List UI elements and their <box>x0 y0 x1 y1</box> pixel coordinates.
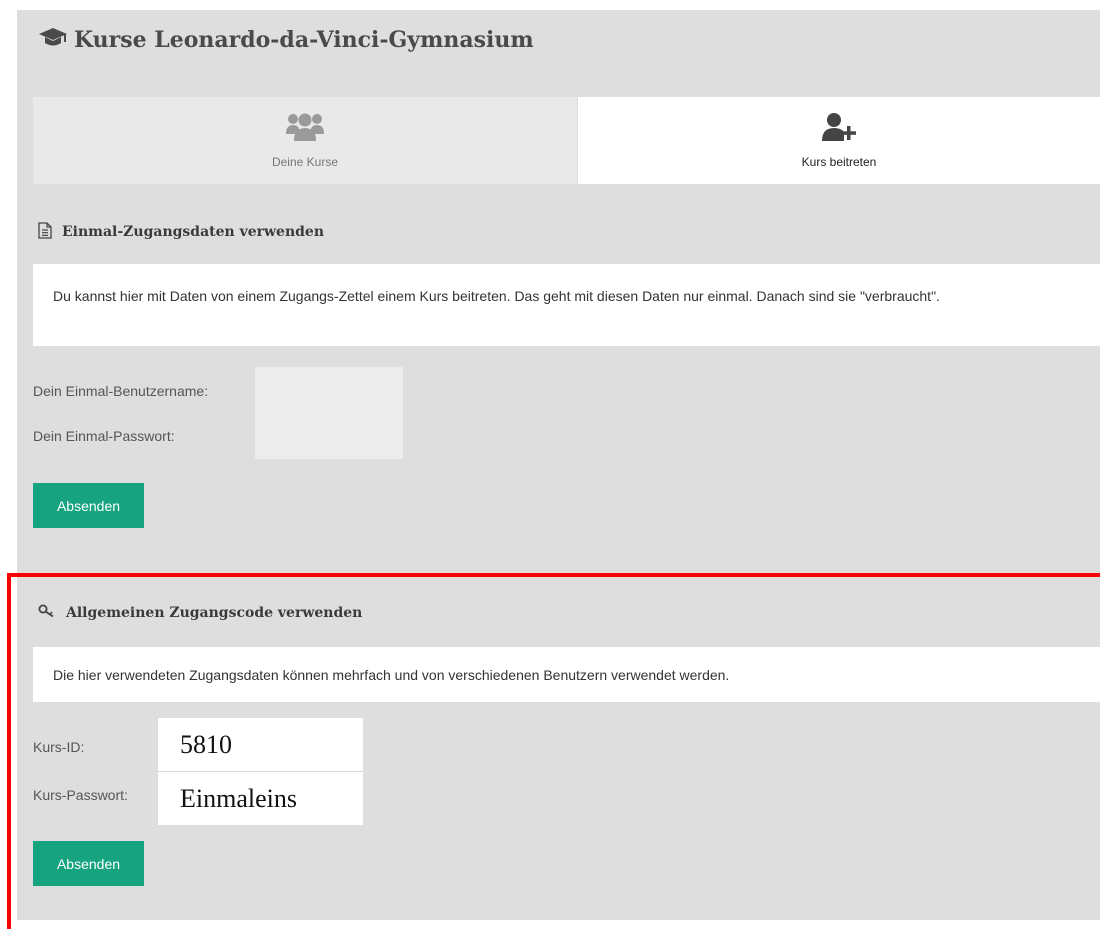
course-id-label: Kurs-ID: <box>33 739 85 755</box>
course-id-input[interactable]: 5810 <box>158 718 363 772</box>
page-title-text: Kurse Leonardo-da-Vinci-Gymnasium <box>74 27 534 53</box>
key-icon <box>38 604 56 622</box>
highlight-frame-left <box>7 573 11 929</box>
tab-kurs-beitreten[interactable]: Kurs beitreten <box>578 97 1100 184</box>
einmal-credentials-field[interactable] <box>255 367 403 459</box>
page-title: Kurse Leonardo-da-Vinci-Gymnasium <box>38 24 534 56</box>
user-plus-icon <box>821 112 857 145</box>
section-once-heading: Einmal-Zugangsdaten verwenden <box>38 221 325 243</box>
general-submit-button[interactable]: Absenden <box>33 841 144 886</box>
users-group-icon <box>285 112 325 145</box>
section-general-info: Die hier verwendeten Zugangsdaten können… <box>33 647 1100 702</box>
einmal-username-label: Dein Einmal-Benutzername: <box>33 383 209 399</box>
section-general-info-text: Die hier verwendeten Zugangsdaten können… <box>53 667 730 683</box>
section-general-heading-text: Allgemeinen Zugangscode verwenden <box>66 605 363 621</box>
graduation-cap-icon <box>38 26 68 54</box>
tab-deine-kurse[interactable]: Deine Kurse <box>33 97 577 184</box>
course-password-input[interactable]: Einmaleins <box>158 772 363 825</box>
highlight-frame-top <box>7 573 1100 577</box>
document-icon <box>38 221 52 243</box>
einmal-submit-button[interactable]: Absenden <box>33 483 144 528</box>
section-general-heading: Allgemeinen Zugangscode verwenden <box>38 603 362 623</box>
tab-deine-kurse-label: Deine Kurse <box>271 155 339 169</box>
section-once-heading-text: Einmal-Zugangsdaten verwenden <box>62 224 325 240</box>
section-once-info: Du kannst hier mit Daten von einem Zugan… <box>33 264 1100 346</box>
section-once-info-text: Du kannst hier mit Daten von einem Zugan… <box>53 288 940 304</box>
course-password-label: Kurs-Passwort: <box>33 787 128 803</box>
tab-kurs-beitreten-label: Kurs beitreten <box>801 155 877 169</box>
einmal-password-label: Dein Einmal-Passwort: <box>33 428 175 444</box>
